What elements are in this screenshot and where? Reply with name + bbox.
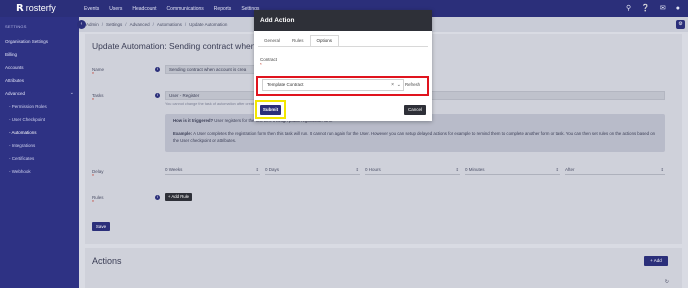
chevron-down-icon: ⌄	[69, 90, 74, 96]
name-field[interactable]: Sending contract when account is crea	[165, 65, 265, 74]
sidebar-heading: SETTINGS	[5, 24, 27, 29]
example-text: A User completes the registration form t…	[173, 131, 655, 143]
main-nav: Events Users Headcount Communications Re…	[84, 0, 259, 17]
breadcrumb-separator: /	[101, 22, 104, 27]
delay-direction-value: After	[565, 167, 575, 172]
sidebar-item-billing[interactable]: Billing	[5, 52, 17, 57]
delay-days-select[interactable]: 0 Days ⇕	[265, 167, 360, 175]
delay-hours-value: 0 Hours	[365, 167, 381, 172]
breadcrumb-separator: /	[125, 22, 127, 27]
settings-icon[interactable]: ⚙	[676, 20, 685, 29]
actions-card: Actions + Add ↻	[85, 248, 682, 288]
user-icon[interactable]: ●	[676, 0, 680, 17]
delay-minutes-value: 0 Minutes	[465, 167, 485, 172]
select-arrow-icon: ⇕	[555, 167, 559, 172]
contract-label: Contract	[260, 57, 278, 62]
sidebar-item-organisation-settings[interactable]: Organisation Settings	[5, 39, 48, 44]
sidebar-item-permission-roles[interactable]: - Permission Roles	[9, 104, 47, 109]
select-arrow-icon: ⇕	[455, 167, 459, 172]
highlight-box-submit	[255, 100, 286, 119]
sidebar-item-certificates[interactable]: - Certificates	[9, 156, 34, 161]
actions-title: Actions	[92, 256, 122, 266]
back-arrow-icon[interactable]: ‹	[77, 20, 86, 29]
logo-mark: R	[16, 3, 24, 14]
trigger-question: How is it triggered?	[173, 118, 214, 123]
rosterfy-logo[interactable]: R rosterfy	[16, 3, 56, 14]
select-arrow-icon: ⇕	[255, 167, 259, 172]
sidebar-item-advanced[interactable]: Advanced	[5, 91, 25, 96]
modal-title: Add Action	[260, 17, 295, 24]
sidebar-item-user-checkpoint[interactable]: - User Checkpoint	[9, 117, 45, 122]
delay-direction-select[interactable]: After ⇕	[565, 167, 665, 175]
required-marker: *	[92, 72, 94, 78]
breadcrumb-settings[interactable]: Settings	[106, 22, 122, 27]
nav-reports[interactable]: Reports	[214, 6, 232, 12]
nav-communications[interactable]: Communications	[167, 6, 204, 12]
required-marker: *	[92, 200, 94, 206]
info-icon[interactable]: i	[155, 67, 160, 72]
logo-text: rosterfy	[25, 3, 56, 13]
add-action-button[interactable]: + Add	[644, 256, 668, 266]
modal-header: Add Action	[254, 10, 432, 31]
page-title: Update Automation: Sending contract when…	[92, 41, 276, 51]
breadcrumb-separator: /	[184, 22, 187, 27]
sidebar-item-webhook[interactable]: - Webhook	[9, 169, 31, 174]
select-arrow-icon: ⇕	[660, 167, 664, 172]
delay-weeks-value: 0 Weeks	[165, 167, 183, 172]
sidebar-item-accounts[interactable]: Accounts	[5, 65, 24, 70]
example-info-line: Example: A User completes the registrati…	[173, 131, 661, 144]
help-icon[interactable]: ❔	[641, 0, 650, 17]
sidebar-item-integrations[interactable]: - Integrations	[9, 143, 35, 148]
inbox-icon[interactable]: ✉	[660, 0, 666, 17]
tab-divider	[258, 46, 428, 47]
delay-minutes-select[interactable]: 0 Minutes ⇕	[465, 167, 560, 175]
add-rule-button[interactable]: + Add Rule	[165, 193, 192, 201]
delay-hours-select[interactable]: 0 Hours ⇕	[365, 167, 460, 175]
required-marker: *	[260, 62, 262, 67]
select-arrow-icon: ⇕	[355, 167, 359, 172]
breadcrumb-admin[interactable]: Admin	[86, 22, 99, 27]
required-marker: *	[92, 98, 94, 104]
cancel-button[interactable]: Cancel	[404, 105, 426, 115]
delay-weeks-select[interactable]: 0 Weeks ⇕	[165, 167, 260, 175]
breadcrumb-advanced[interactable]: Advanced	[130, 22, 150, 27]
breadcrumb-update-automation: Update Automation	[189, 22, 228, 27]
refresh-icon[interactable]: ↻	[665, 279, 669, 285]
nav-users[interactable]: Users	[109, 6, 122, 12]
required-marker: *	[92, 174, 94, 180]
delay-days-value: 0 Days	[265, 167, 280, 172]
tasks-hint: You cannot change the task of automation…	[165, 102, 260, 106]
breadcrumb-automations[interactable]: Automations	[157, 22, 182, 27]
top-icons: ⚲ ❔ ✉ ●	[626, 0, 680, 17]
example-label: Example:	[173, 131, 193, 136]
sidebar-item-attributes[interactable]: Attributes	[5, 78, 24, 83]
info-icon[interactable]: i	[155, 93, 160, 98]
breadcrumb-separator: /	[152, 22, 154, 27]
highlight-box-contract	[256, 76, 429, 96]
info-icon[interactable]: i	[155, 195, 160, 200]
sidebar-item-automations[interactable]: - Automations	[9, 130, 37, 135]
save-button[interactable]: Save	[92, 222, 110, 231]
search-icon[interactable]: ⚲	[626, 0, 631, 17]
nav-headcount[interactable]: Headcount	[132, 6, 156, 12]
breadcrumb: Admin / Settings / Advanced / Automation…	[86, 17, 227, 32]
nav-events[interactable]: Events	[84, 6, 99, 12]
settings-sidebar: SETTINGS Organisation Settings Billing A…	[0, 17, 79, 288]
